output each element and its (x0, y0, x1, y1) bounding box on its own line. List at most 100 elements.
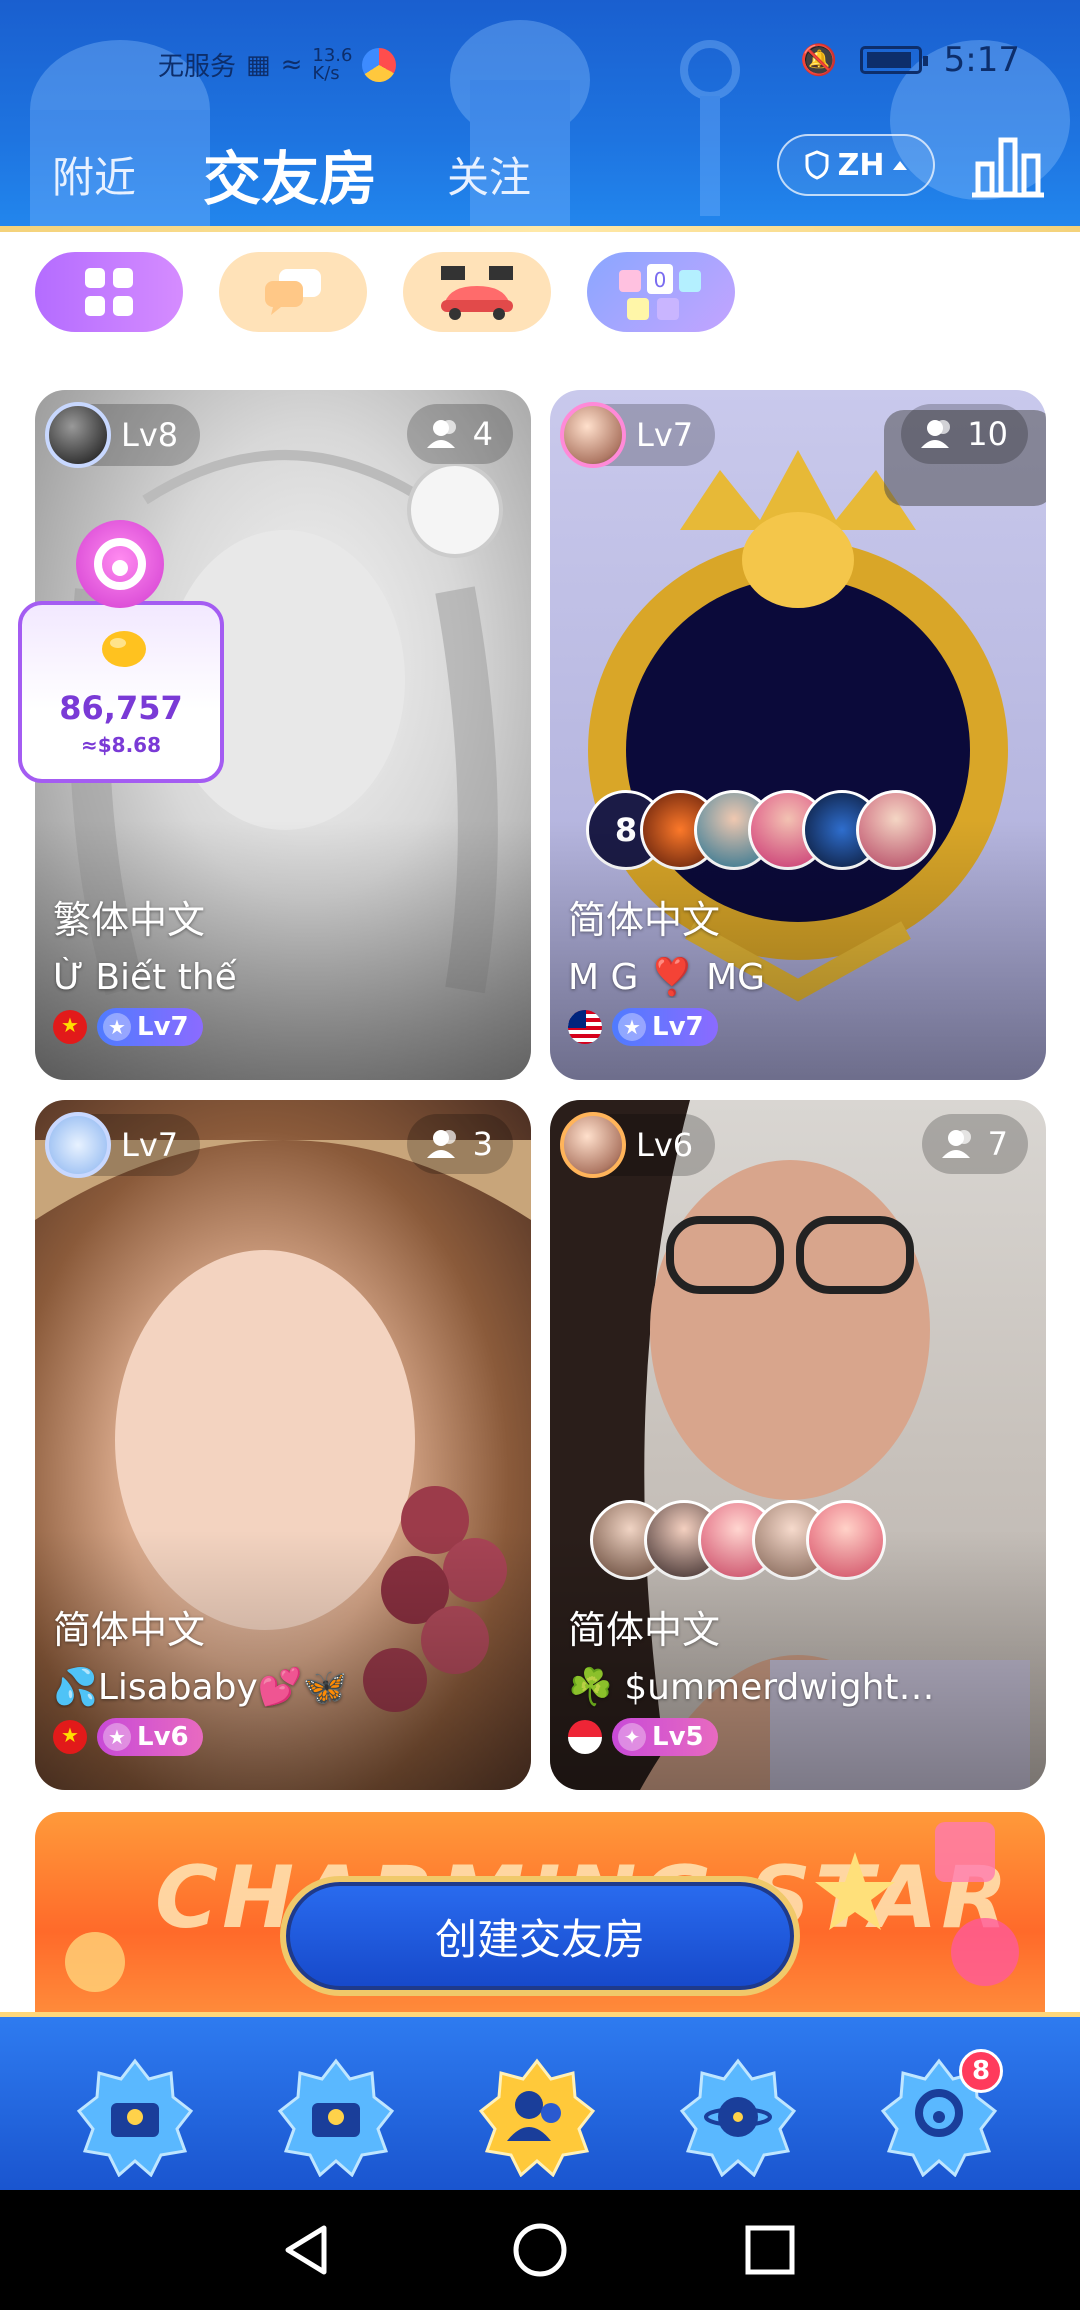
carrier-label: 无服务 (158, 52, 237, 82)
network-speed: 13.6 K/s (312, 44, 353, 83)
star-icon: ★ (103, 1013, 131, 1041)
room-title: 💦Lisababy💕🦋 (53, 1667, 348, 1708)
member-count-pill: 3 (406, 1114, 513, 1174)
chat-bubbles-icon (265, 269, 321, 315)
people-icon (921, 420, 951, 448)
caret-up-icon (893, 161, 908, 170)
room-language: 简体中文 (53, 1608, 206, 1652)
gift-usd: ≈$8.68 (80, 733, 162, 757)
member-count: 4 (472, 415, 493, 453)
app-notification-icon (362, 47, 397, 82)
host-avatar (560, 1112, 626, 1178)
room-filter-chips: 0 (35, 252, 1045, 334)
singapore-flag-icon (568, 1720, 602, 1754)
tab-party-room[interactable]: 交友房 (203, 132, 377, 216)
member-count-pill: 10 (901, 404, 1028, 464)
vietnam-flag-icon: ★ (53, 1010, 87, 1044)
shield-icon (805, 150, 829, 180)
owner-level-badge: ★ Lv6 (97, 1718, 203, 1756)
owner-meta: ★ Lv7 (568, 1008, 718, 1046)
language-label: ZH (837, 147, 885, 183)
race-car-icon (441, 266, 513, 320)
host-avatar (45, 1112, 111, 1178)
host-avatar (560, 402, 626, 468)
malaysia-flag-icon (568, 1010, 602, 1044)
status-right: 🔕 5:17 (800, 40, 1020, 80)
filter-chat[interactable] (219, 252, 367, 332)
host-level-pill: Lv8 (45, 402, 201, 468)
room-card[interactable]: 8 Lv7 10 简体中文 M G ❣️ MG ★ Lv7 (550, 390, 1046, 1080)
notification-badge: 8 (959, 2049, 1003, 2093)
top-nav: 附近 交友房 关注 ZH (0, 128, 1080, 213)
status-bar: 无服务 ▦ ≈ 13.6 K/s 🔕 5:17 (0, 40, 1080, 88)
owl-mascot-icon[interactable] (76, 520, 164, 608)
tab-following[interactable]: 关注 (447, 144, 531, 205)
people-icon (426, 1130, 456, 1158)
status-left: 无服务 ▦ ≈ 13.6 K/s (158, 44, 397, 83)
nav-live-icon[interactable] (75, 2057, 195, 2177)
create-room-button[interactable]: 创建交友房 (280, 1876, 800, 1996)
filter-number-game[interactable]: 0 (587, 252, 735, 332)
wifi-icon: ≈ (280, 49, 303, 80)
room-card[interactable]: Lv7 3 简体中文 💦Lisababy💕🦋 ★ ★ Lv6 (35, 1100, 531, 1790)
star-icon: ★ (103, 1723, 131, 1751)
member-count: 10 (967, 415, 1008, 453)
room-title: ☘️ $ummerdwight… (568, 1667, 935, 1708)
room-language: 简体中文 (568, 1608, 721, 1652)
filter-racing[interactable] (403, 252, 551, 332)
owner-meta: ✦ Lv5 (568, 1718, 718, 1756)
member-count-pill: 4 (406, 404, 513, 464)
star-icon: ★ (618, 1013, 646, 1041)
member-count: 7 (987, 1125, 1008, 1163)
sim-icon: ▦ (246, 49, 271, 80)
system-nav-bar (0, 2190, 1080, 2310)
bean-coin-icon (102, 631, 146, 667)
room-card[interactable]: Lv6 7 简体中文 ☘️ $ummerdwight… ✦ Lv5 (550, 1100, 1046, 1790)
nav-planet-icon[interactable] (678, 2057, 798, 2177)
number-tiles-icon: 0 (619, 264, 701, 320)
host-level-pill: Lv6 (560, 1112, 716, 1178)
host-level: Lv7 (121, 1126, 179, 1164)
people-icon (426, 420, 456, 448)
people-icon (941, 1130, 971, 1158)
nav-video-icon[interactable] (276, 2057, 396, 2177)
grid-icon (85, 268, 133, 316)
host-level: Lv8 (121, 416, 179, 454)
owner-level: Lv6 (137, 1722, 189, 1752)
speed-value: 13.6 (312, 44, 353, 66)
owner-level: Lv5 (652, 1722, 704, 1752)
room-language: 繁体中文 (53, 898, 206, 942)
host-level: Lv6 (636, 1126, 694, 1164)
owl-face-icon (94, 538, 146, 590)
svg-text:0: 0 (654, 268, 667, 292)
filter-all[interactable] (35, 252, 183, 332)
star-icon: ✦ (618, 1723, 646, 1751)
home-icon[interactable] (510, 2220, 570, 2280)
host-level-pill: Lv7 (45, 1112, 201, 1178)
app-header: 无服务 ▦ ≈ 13.6 K/s 🔕 5:17 附近 交友房 关注 ZH (0, 0, 1080, 232)
nav-profile-item[interactable]: 8 (879, 2049, 1003, 2178)
nav-party-room-icon[interactable] (477, 2057, 597, 2177)
owner-level: Lv7 (137, 1012, 189, 1042)
owner-level-badge: ★ Lv7 (612, 1008, 718, 1046)
tab-nearby[interactable]: 附近 (52, 144, 136, 205)
room-language: 简体中文 (568, 898, 721, 942)
clock: 5:17 (943, 40, 1020, 80)
back-icon[interactable] (278, 2220, 338, 2280)
room-title: Ừ Biết thế (53, 957, 237, 998)
owner-level-badge: ✦ Lv5 (612, 1718, 718, 1756)
owner-level: Lv7 (652, 1012, 704, 1042)
room-title: M G ❣️ MG (568, 957, 766, 998)
vietnam-flag-icon: ★ (53, 1720, 87, 1754)
host-level-pill: Lv7 (560, 402, 716, 468)
battery-icon (859, 46, 928, 74)
mute-bell-icon: 🔕 (800, 42, 838, 78)
owner-level-badge: ★ Lv7 (97, 1008, 203, 1046)
owner-meta: ★ ★ Lv7 (53, 1008, 203, 1046)
language-selector[interactable]: ZH (777, 134, 935, 196)
ranking-icon[interactable] (972, 134, 1044, 198)
host-level: Lv7 (636, 416, 694, 454)
recents-icon[interactable] (740, 2220, 800, 2280)
gift-reward-bubble[interactable]: 86,757 ≈$8.68 (18, 601, 224, 783)
bottom-nav: 8 (0, 2012, 1080, 2190)
